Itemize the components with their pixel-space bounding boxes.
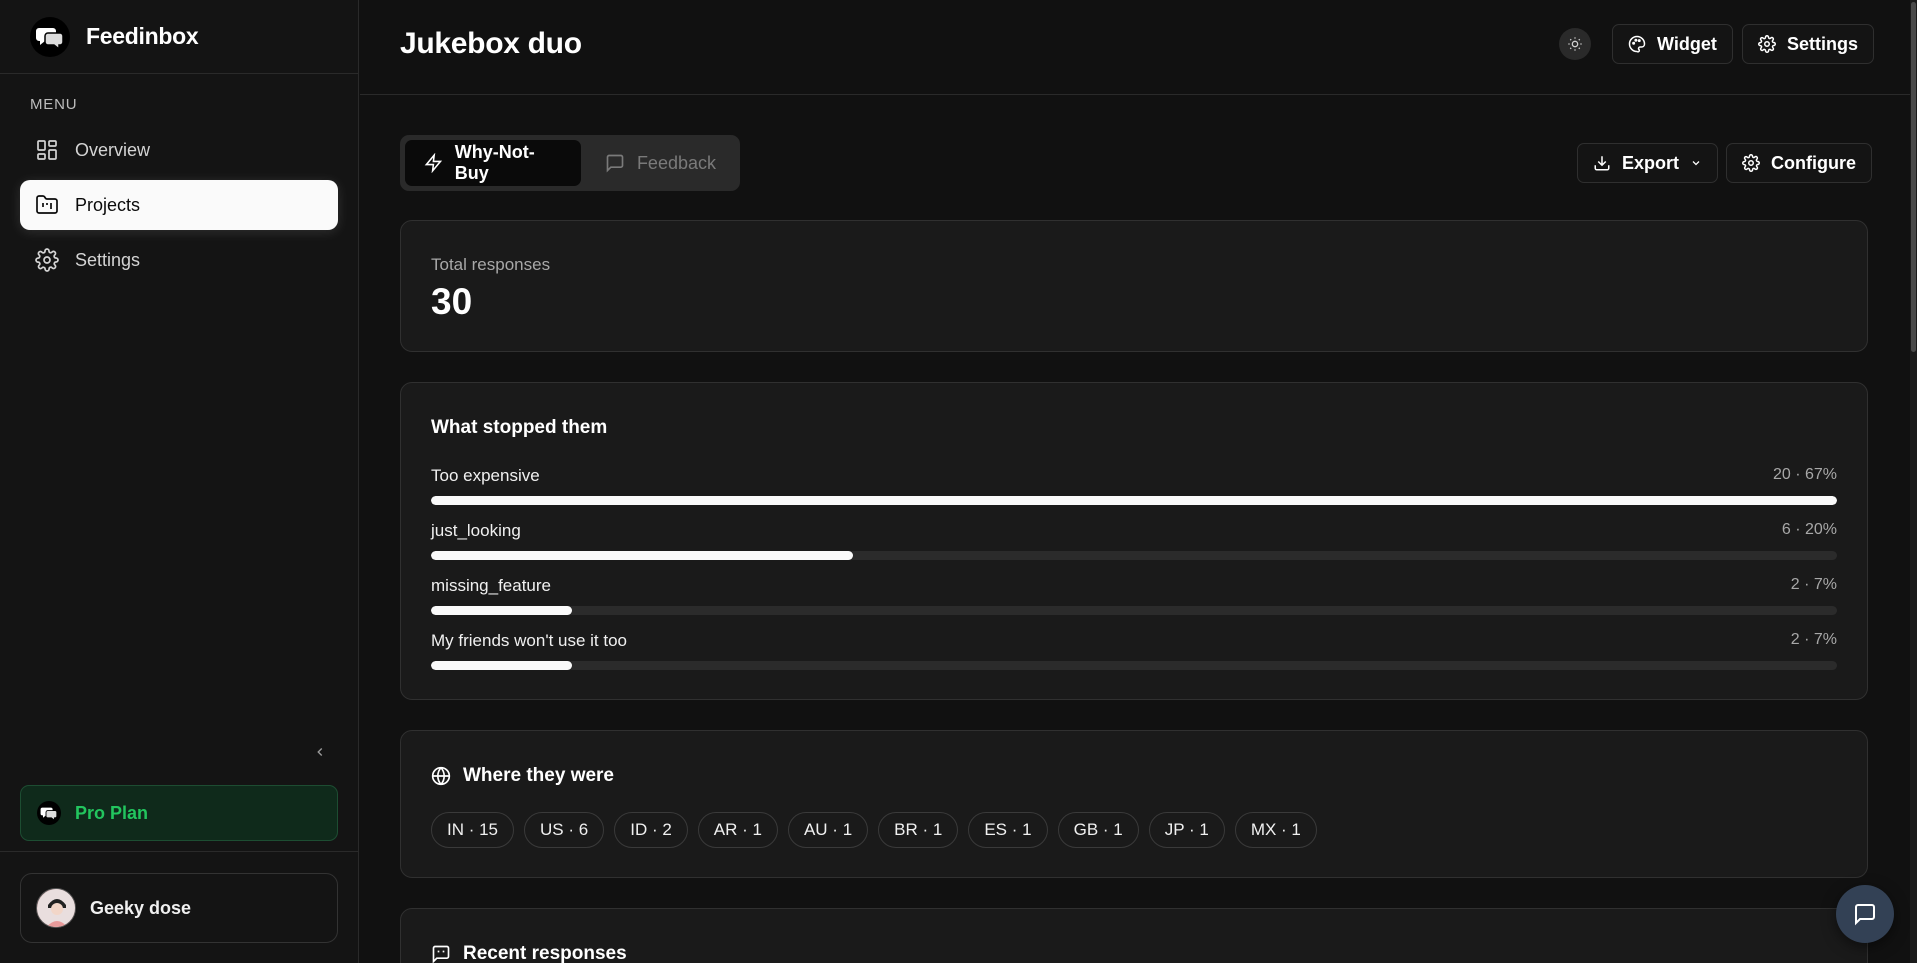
sidebar-item-label: Projects — [75, 194, 141, 215]
user-profile-button[interactable]: Geeky dose — [20, 873, 338, 943]
reason-row: just_looking 6 · 20% — [431, 521, 1837, 560]
reason-label: just_looking — [431, 521, 521, 540]
reason-label: Too expensive — [431, 466, 540, 485]
user-name: Geeky dose — [90, 897, 192, 918]
palette-icon — [1628, 35, 1646, 53]
layout-grid-icon — [37, 140, 57, 160]
widget-button[interactable]: Widget — [1612, 24, 1733, 64]
gear-icon — [35, 248, 59, 272]
sidebar-item-label: Overview — [75, 139, 151, 160]
reason-count: 2 · 7% — [1790, 576, 1837, 593]
progress-fill — [431, 606, 572, 615]
message-square-icon — [606, 154, 624, 173]
recent-responses-card: Recent responses — [400, 908, 1868, 963]
total-responses-card: Total responses 30 — [400, 220, 1868, 352]
brand-name: Feedinbox — [86, 23, 199, 49]
export-button[interactable]: Export — [1577, 143, 1719, 183]
globe-icon — [431, 766, 451, 786]
gear-icon — [1742, 154, 1760, 172]
logo-icon — [30, 16, 70, 57]
tab-label: Feedback — [636, 152, 716, 173]
tab-why-not-buy[interactable]: Why-Not-Buy — [405, 140, 581, 186]
zap-icon — [424, 153, 443, 173]
chevron-down-icon — [1692, 161, 1700, 166]
sun-icon — [1568, 37, 1582, 51]
page-header: Jukebox duo Widget Settings — [360, 0, 1912, 95]
chevron-left-icon — [317, 748, 323, 756]
message-square-text-icon — [432, 945, 450, 963]
progress-track — [431, 661, 1837, 670]
settings-button[interactable]: Settings — [1742, 24, 1875, 64]
locations-title-text: Where they were — [463, 765, 614, 786]
collapse-sidebar-button[interactable] — [310, 742, 330, 762]
location-chip[interactable]: BR · 1 — [878, 812, 959, 848]
progress-track — [431, 551, 1837, 560]
location-chip[interactable]: GB · 1 — [1057, 812, 1139, 848]
tab-feedback[interactable]: Feedback — [586, 140, 735, 186]
export-label: Export — [1622, 152, 1680, 173]
progress-track — [431, 496, 1837, 505]
settings-label: Settings — [1787, 33, 1859, 54]
message-square-icon — [1855, 904, 1875, 926]
theme-toggle-button[interactable] — [1559, 28, 1591, 60]
location-chip[interactable]: IN · 15 — [431, 812, 515, 848]
reasons-title-text: What stopped them — [431, 417, 608, 438]
reasons-title: What stopped them — [431, 417, 607, 439]
location-chip[interactable]: AR · 1 — [697, 812, 778, 848]
reasons-card: What stopped them Too expensive 20 · 67%… — [400, 382, 1868, 700]
reason-row: Too expensive 20 · 67% — [431, 466, 1837, 505]
sidebar: Feedinbox MENU Overview Projects Setting… — [0, 0, 359, 963]
location-chip[interactable]: MX · 1 — [1234, 812, 1317, 848]
sidebar-item-projects[interactable]: Projects — [20, 180, 338, 230]
page-title: Jukebox duo — [400, 27, 582, 60]
progress-fill — [431, 661, 572, 670]
location-chip[interactable]: US · 6 — [524, 812, 605, 848]
widget-label: Widget — [1657, 33, 1717, 54]
reason-count: 2 · 7% — [1790, 631, 1837, 648]
recent-title: Recent responses — [431, 943, 627, 963]
progress-fill — [431, 551, 853, 560]
folder-kanban-icon — [36, 195, 58, 214]
sidebar-item-settings[interactable]: Settings — [20, 235, 338, 285]
pro-plan-label: Pro Plan — [75, 802, 149, 823]
locations-card: Where they were IN · 15 US · 6 ID · 2 AR… — [400, 730, 1868, 878]
pro-plan-button[interactable]: Pro Plan — [20, 785, 338, 841]
progress-fill — [431, 496, 1837, 505]
divider — [0, 851, 359, 852]
scrollbar-thumb[interactable] — [1911, 2, 1916, 352]
download-icon — [1594, 156, 1610, 171]
locations-title: Where they were — [431, 765, 614, 787]
configure-button[interactable]: Configure — [1726, 143, 1872, 183]
sidebar-item-label: Settings — [75, 249, 141, 270]
avatar — [36, 888, 76, 928]
reason-label: My friends won't use it too — [431, 631, 627, 650]
brand[interactable]: Feedinbox — [0, 0, 358, 74]
location-chip[interactable]: AU · 1 — [787, 812, 869, 848]
progress-track — [431, 606, 1837, 615]
chat-widget-button[interactable] — [1836, 885, 1894, 943]
sidebar-item-overview[interactable]: Overview — [20, 125, 338, 175]
gear-icon — [1758, 35, 1776, 53]
location-chip[interactable]: ID · 2 — [614, 812, 688, 848]
location-chips: IN · 15 US · 6 ID · 2 AR · 1 AU · 1 BR ·… — [431, 812, 1317, 848]
logo-icon — [37, 801, 61, 825]
location-chip[interactable]: ES · 1 — [968, 812, 1048, 848]
location-chip[interactable]: JP · 1 — [1148, 812, 1225, 848]
tab-bar: Why-Not-Buy Feedback — [400, 135, 740, 191]
total-responses-value: 30 — [431, 281, 473, 322]
reason-label: missing_feature — [431, 576, 552, 595]
reason-row: missing_feature 2 · 7% — [431, 576, 1837, 615]
total-responses-label: Total responses — [431, 255, 551, 274]
reason-count: 20 · 67% — [1772, 466, 1837, 483]
recent-title-text: Recent responses — [463, 943, 627, 963]
menu-label: MENU — [30, 96, 78, 113]
configure-label: Configure — [1771, 152, 1856, 173]
tab-label: Why-Not-Buy — [454, 142, 535, 183]
reason-count: 6 · 20% — [1781, 521, 1837, 538]
reason-row: My friends won't use it too 2 · 7% — [431, 631, 1837, 670]
